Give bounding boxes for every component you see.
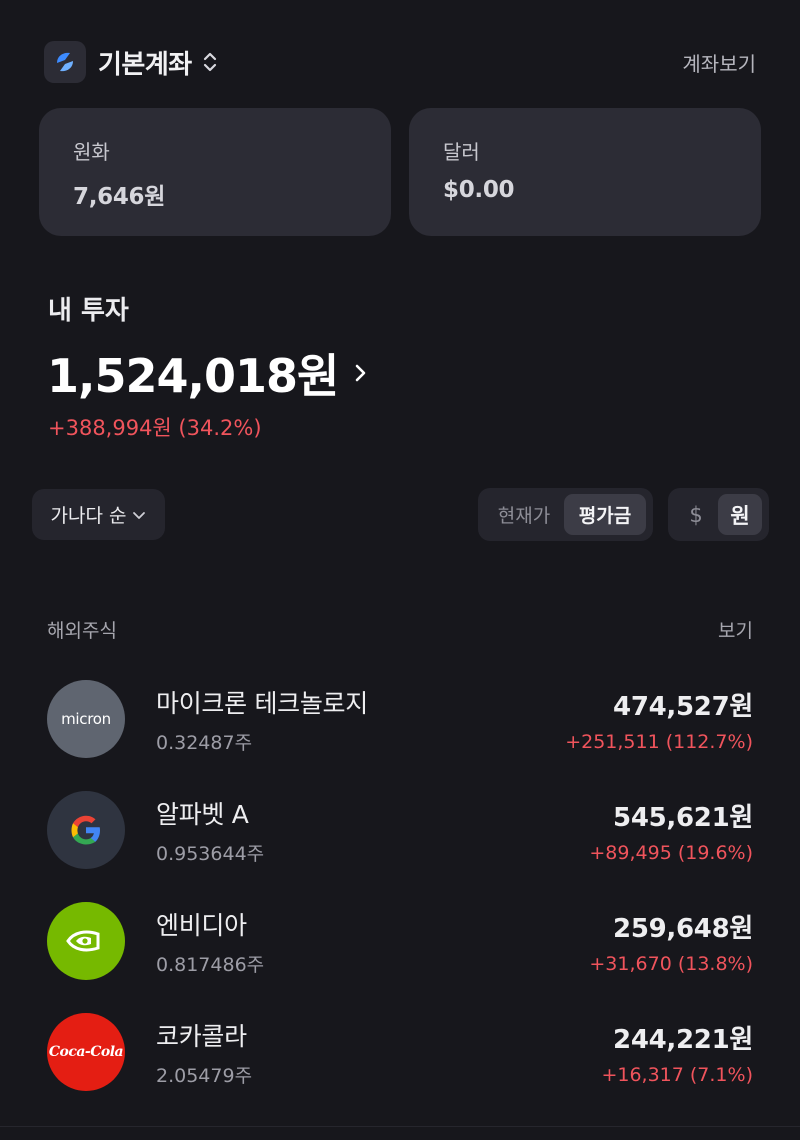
stock-row[interactable]: micron 마이크론 테크놀로지 0.32487주 474,527원 +251… xyxy=(47,679,753,759)
stock-row[interactable]: Coca-Cola 코카콜라 2.05479주 244,221원 +16,317… xyxy=(47,1012,753,1092)
stock-row[interactable]: 엔비디아 0.817486주 259,648원 +31,670 (13.8%) xyxy=(47,901,753,981)
stock-valuation: 474,527원 +251,511 (112.7%) xyxy=(565,686,753,753)
section-title: 해외주식 xyxy=(47,620,117,642)
account-logo-icon xyxy=(44,41,86,83)
usd-balance-value: $0.00 xyxy=(443,177,515,203)
krw-balance-value: 7,646원 xyxy=(73,184,166,210)
view-account-link[interactable]: 계좌보기 xyxy=(682,48,756,77)
sort-label: 가나다 순 xyxy=(50,505,127,527)
stock-value: 474,527원 xyxy=(613,691,753,722)
coca-cola-logo-icon: Coca-Cola xyxy=(47,1013,125,1091)
stock-change: +89,495 (19.6%) xyxy=(589,841,753,864)
stock-name: 알파벳 A xyxy=(156,799,249,829)
account-name[interactable]: 기본계좌 xyxy=(98,44,192,81)
usd-option[interactable]: $ xyxy=(674,494,718,535)
stock-name: 코카콜라 xyxy=(156,1021,247,1051)
stock-quantity: 2.05479주 xyxy=(156,1064,253,1087)
stock-name: 엔비디아 xyxy=(156,910,247,940)
krw-option[interactable]: 원 xyxy=(718,494,762,535)
google-logo-icon xyxy=(47,791,125,869)
stock-quantity: 0.953644주 xyxy=(156,842,265,865)
usd-balance-card[interactable]: 달러 $0.00 xyxy=(409,108,761,236)
chevron-right-icon xyxy=(354,361,368,385)
chevron-down-icon xyxy=(133,511,146,519)
stock-change: +251,511 (112.7%) xyxy=(565,730,753,753)
krw-balance-card[interactable]: 원화 7,646원 xyxy=(39,108,391,236)
stock-valuation: 244,221원 +16,317 (7.1%) xyxy=(601,1019,753,1086)
price-mode-toggle: 현재가 평가금 xyxy=(478,488,653,541)
account-switch-icon[interactable] xyxy=(202,50,218,74)
usd-balance-label: 달러 xyxy=(443,140,480,164)
stock-change: +16,317 (7.1%) xyxy=(601,1063,753,1086)
section-view-link[interactable]: 보기 xyxy=(718,616,753,643)
stock-valuation: 259,648원 +31,670 (13.8%) xyxy=(589,908,753,975)
valuation-option[interactable]: 평가금 xyxy=(564,494,646,535)
bottom-divider xyxy=(0,1126,800,1127)
sort-dropdown[interactable]: 가나다 순 xyxy=(32,489,165,540)
stock-info: 마이크론 테크놀로지 0.32487주 xyxy=(156,684,368,755)
stock-value: 244,221원 xyxy=(613,1024,753,1055)
stock-value: 545,621원 xyxy=(613,802,753,833)
krw-balance-label: 원화 xyxy=(73,140,110,164)
stock-valuation: 545,621원 +89,495 (19.6%) xyxy=(589,797,753,864)
micron-logo-text: micron xyxy=(61,710,111,728)
stock-info: 엔비디아 0.817486주 xyxy=(156,906,264,977)
stock-info: 코카콜라 2.05479주 xyxy=(156,1017,252,1088)
nvidia-logo-icon xyxy=(47,902,125,980)
stock-row[interactable]: 알파벳 A 0.953644주 545,621원 +89,495 (19.6%) xyxy=(47,790,753,870)
currency-toggle: $ 원 xyxy=(668,488,769,541)
stock-info: 알파벳 A 0.953644주 xyxy=(156,795,264,866)
section-header: 해외주식 보기 xyxy=(47,616,753,643)
stock-quantity: 0.817486주 xyxy=(156,953,265,976)
investment-total-value: 1,524,018원 xyxy=(47,349,339,403)
stock-quantity: 0.32487주 xyxy=(156,731,253,754)
account-header: 기본계좌 계좌보기 xyxy=(44,40,756,84)
investment-total-link[interactable]: 1,524,018원 xyxy=(47,340,368,406)
coca-cola-logo-text: Coca-Cola xyxy=(48,1044,124,1060)
stock-value: 259,648원 xyxy=(613,913,753,944)
current-price-option[interactable]: 현재가 xyxy=(484,494,564,535)
investment-title: 내 투자 xyxy=(48,296,129,326)
stock-name: 마이크론 테크놀로지 xyxy=(156,688,368,718)
app-screen: 기본계좌 계좌보기 원화 7,646원 달러 $0.00 내 투자 1,524,… xyxy=(0,0,800,1140)
stock-change: +31,670 (13.8%) xyxy=(589,952,753,975)
investment-change: +388,994원 (34.2%) xyxy=(48,416,262,440)
micron-logo-icon: micron xyxy=(47,680,125,758)
